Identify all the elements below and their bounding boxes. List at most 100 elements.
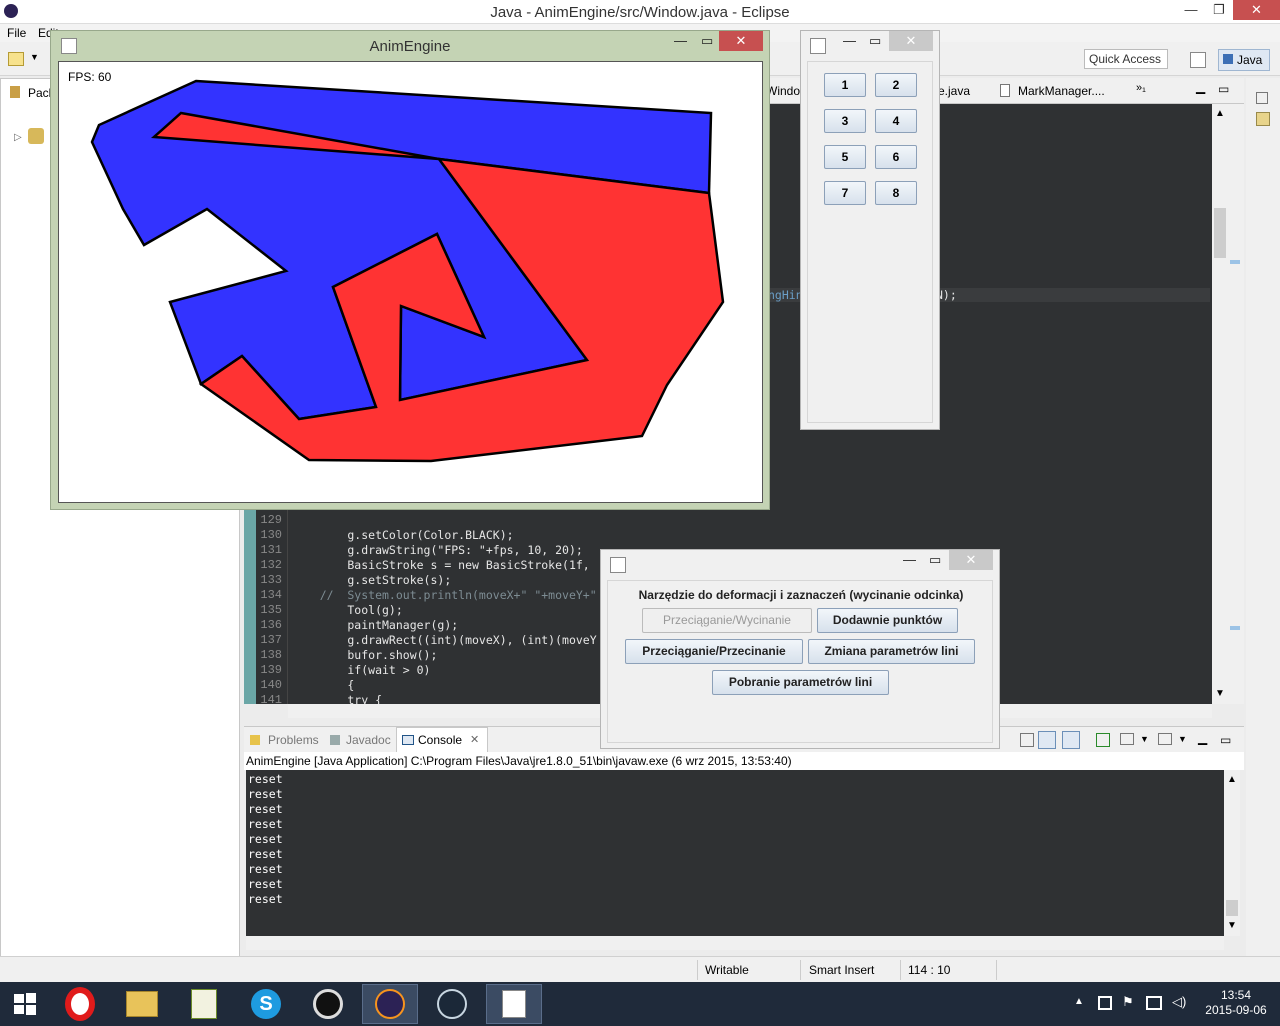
tray-clock[interactable]: 13:54 2015-09-06 [1196, 988, 1276, 1018]
tab-problems[interactable]: Problems [268, 733, 319, 747]
taskbar-steam[interactable] [424, 984, 480, 1024]
editor-tab-overflow[interactable]: »₁ [1136, 82, 1146, 94]
tray-flag-icon[interactable]: ⚑ [1122, 994, 1134, 1010]
number-button-6[interactable]: 6 [875, 145, 917, 169]
tab-console[interactable]: Console [418, 733, 462, 747]
console-line: reset [248, 832, 283, 846]
status-separator [900, 960, 901, 980]
view-menu-icon[interactable]: ▼ [1140, 734, 1149, 744]
add-points-button[interactable]: Dodawnie punktów [817, 608, 958, 633]
menu-file[interactable]: File [7, 26, 26, 40]
taskbar-skype[interactable]: S [238, 984, 294, 1024]
outline-icon[interactable] [1256, 112, 1270, 126]
scroll-up-icon[interactable]: ▲ [1227, 774, 1237, 785]
minimize-editor-icon[interactable]: ▁ [1196, 80, 1205, 94]
taskbar-java[interactable] [486, 984, 542, 1024]
new-icon[interactable] [8, 52, 24, 66]
console-horizontal-scrollbar[interactable] [246, 936, 1224, 950]
code-line: if(wait > 0) [292, 663, 431, 677]
animation-canvas[interactable]: FPS: 60 [58, 61, 763, 503]
windows-taskbar: S ▲ ⚑ ◁) 13:54 2015-09-06 [0, 982, 1280, 1026]
console-line: reset [248, 772, 283, 786]
pin-console-icon[interactable] [1020, 733, 1034, 747]
minimize-button[interactable]: — [1176, 0, 1206, 20]
quick-access-input[interactable]: Quick Access [1084, 49, 1168, 69]
ruler-marker[interactable] [1230, 260, 1240, 264]
chart-app-icon [191, 989, 217, 1019]
scroll-up-icon[interactable]: ▲ [1215, 108, 1225, 119]
close-button[interactable]: ✕ [889, 31, 933, 51]
line-number: 131 [260, 543, 282, 557]
console-vertical-scrollbar[interactable]: ▲ ▼ [1224, 770, 1240, 936]
taskbar-eclipse[interactable] [362, 984, 418, 1024]
maximize-panel-icon[interactable]: ▭ [1220, 733, 1231, 747]
drag-cut-button[interactable]: Przeciąganie/Wycinanie [642, 608, 812, 633]
taskbar-chart-app[interactable] [176, 984, 232, 1024]
scroll-down-icon[interactable]: ▼ [1227, 920, 1237, 931]
remove-console-icon[interactable] [1062, 731, 1080, 749]
taskbar-app-g[interactable] [300, 984, 356, 1024]
steam-icon [437, 989, 467, 1019]
line-number: 133 [260, 573, 282, 587]
minimize-panel-icon[interactable]: ▁ [1198, 731, 1207, 745]
display-console-icon[interactable] [1038, 731, 1056, 749]
shape-drawing[interactable] [59, 62, 762, 502]
console-line: reset [248, 847, 283, 861]
tray-overflow-icon[interactable]: ▲ [1074, 996, 1084, 1007]
change-line-params-button[interactable]: Zmiana parametrów lini [808, 639, 975, 664]
javadoc-icon [330, 735, 340, 745]
editor-scroll-thumb[interactable] [1214, 208, 1226, 258]
console-process-label: AnimEngine [Java Application] C:\Program… [244, 752, 1244, 770]
close-button[interactable]: ✕ [949, 550, 993, 570]
maximize-editor-icon[interactable]: ▭ [1218, 82, 1229, 96]
view-menu-arrow-icon[interactable]: ▼ [1178, 734, 1187, 744]
project-icon[interactable] [28, 128, 44, 144]
number-button-2[interactable]: 2 [875, 73, 917, 97]
maximize-button[interactable]: ▭ [869, 33, 881, 49]
minimize-button[interactable]: — [843, 33, 856, 48]
taskbar-opera[interactable] [52, 984, 108, 1024]
maximize-button[interactable]: ❐ [1204, 0, 1234, 20]
dropdown-arrow-icon[interactable]: ▼ [30, 52, 39, 62]
view-menu-2-icon[interactable] [1158, 733, 1172, 745]
maximize-button[interactable]: ▭ [929, 552, 941, 568]
tray-windows-icon[interactable] [1098, 996, 1112, 1010]
maximize-button[interactable]: ▭ [701, 33, 713, 49]
minimize-button[interactable]: — [674, 33, 687, 48]
tray-network-icon[interactable] [1146, 996, 1162, 1010]
tray-volume-icon[interactable]: ◁) [1172, 994, 1186, 1010]
console-output[interactable]: reset reset reset reset reset reset reset reset… [246, 770, 1224, 936]
editor-tab-e-java[interactable]: e.java [938, 84, 970, 98]
taskbar-explorer[interactable] [114, 984, 170, 1024]
number-button-7[interactable]: 7 [824, 181, 866, 205]
console-scroll-thumb[interactable] [1226, 900, 1238, 916]
code-line: paintManager(g); [292, 618, 459, 632]
close-tab-icon[interactable]: ✕ [470, 733, 479, 746]
new-console-icon[interactable] [1096, 733, 1110, 747]
code-line: g.setColor(Color.BLACK); [292, 528, 514, 542]
editor-vertical-scrollbar[interactable]: ▲ ▼ [1212, 104, 1228, 704]
ruler-marker[interactable] [1230, 626, 1240, 630]
close-button[interactable]: ✕ [719, 31, 763, 51]
animengine-titlebar: AnimEngine — ▭ ✕ [51, 31, 769, 61]
drag-intersect-button[interactable]: Przeciąganie/Przecinanie [625, 639, 803, 664]
status-writable: Writable [705, 963, 749, 977]
line-number: 130 [260, 528, 282, 542]
java-perspective-button[interactable]: Java [1218, 49, 1270, 71]
close-button[interactable]: ✕ [1233, 0, 1280, 20]
start-button[interactable] [2, 984, 48, 1024]
open-console-icon[interactable] [1120, 733, 1134, 745]
get-line-params-button[interactable]: Pobranie parametrów lini [712, 670, 889, 695]
open-perspective-icon[interactable] [1190, 52, 1206, 68]
number-button-3[interactable]: 3 [824, 109, 866, 133]
restore-view-icon[interactable] [1256, 92, 1268, 104]
number-button-1[interactable]: 1 [824, 73, 866, 97]
number-button-4[interactable]: 4 [875, 109, 917, 133]
tab-javadoc[interactable]: Javadoc [346, 733, 391, 747]
tree-expand-icon[interactable]: ▷ [14, 132, 22, 143]
editor-tab-markmanager[interactable]: MarkManager.... [1018, 84, 1105, 98]
scroll-down-icon[interactable]: ▼ [1215, 688, 1225, 699]
number-button-8[interactable]: 8 [875, 181, 917, 205]
number-button-5[interactable]: 5 [824, 145, 866, 169]
minimize-button[interactable]: — [903, 552, 916, 567]
